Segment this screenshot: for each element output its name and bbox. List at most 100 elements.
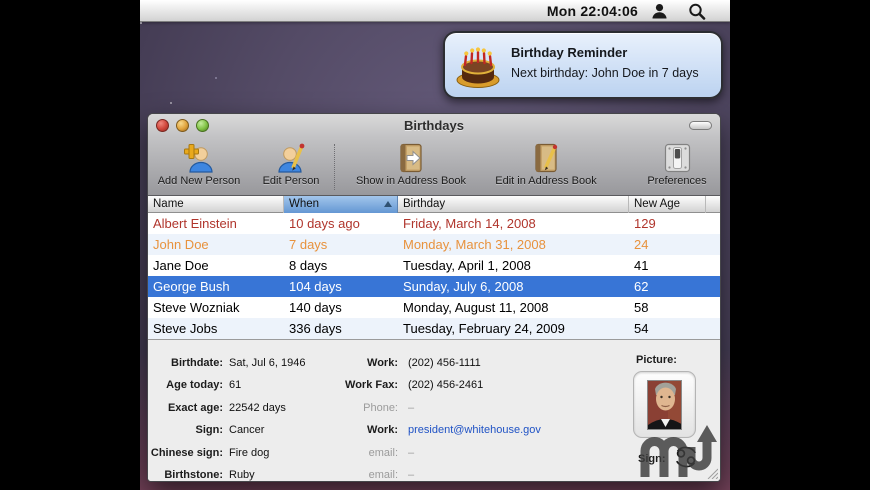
edit-in-address-book-button[interactable]: Edit in Address Book bbox=[484, 142, 608, 194]
window-title: Birthdays bbox=[404, 118, 464, 133]
cell-new-age: 129 bbox=[634, 216, 656, 231]
detail-value: – bbox=[408, 402, 415, 414]
add-person-icon bbox=[183, 142, 215, 174]
column-header-name[interactable]: Name bbox=[148, 196, 284, 213]
toolbar-item-label: Edit in Address Book bbox=[495, 175, 597, 187]
cell-birthday: Monday, August 11, 2008 bbox=[403, 300, 549, 315]
edit-address-book-icon bbox=[530, 142, 562, 174]
detail-label: Age today: bbox=[166, 379, 223, 391]
minimize-button[interactable] bbox=[176, 119, 189, 132]
detail-label: Work: bbox=[367, 357, 398, 369]
table-row[interactable]: Albert Einstein 10 days ago Friday, Marc… bbox=[148, 213, 720, 234]
cell-name: Albert Einstein bbox=[153, 216, 237, 231]
table-header: Name When Birthday New Age bbox=[148, 196, 720, 213]
preferences-switch-icon bbox=[661, 142, 693, 174]
table-row[interactable]: John Doe 7 days Monday, March 31, 2008 2… bbox=[148, 234, 720, 255]
cell-name: George Bush bbox=[153, 279, 230, 294]
birthday-table: Albert Einstein 10 days ago Friday, Marc… bbox=[148, 213, 720, 339]
detail-label: Phone: bbox=[363, 402, 398, 414]
zoom-button[interactable] bbox=[196, 119, 209, 132]
column-header-spacer bbox=[706, 196, 720, 213]
edit-person-button[interactable]: Edit Person bbox=[248, 142, 334, 194]
cell-when: 140 days bbox=[289, 300, 342, 315]
menu-clock[interactable]: Mon 22:04:06 bbox=[526, 0, 638, 22]
table-row[interactable]: Jane Doe 8 days Tuesday, April 1, 2008 4… bbox=[148, 255, 720, 276]
cell-new-age: 62 bbox=[634, 279, 649, 294]
detail-value: – bbox=[408, 447, 415, 459]
email-link[interactable]: president@whitehouse.gov bbox=[408, 423, 541, 438]
detail-label: Birthdate: bbox=[171, 357, 223, 369]
toolbar-item-label: Edit Person bbox=[262, 175, 320, 187]
cell-birthday: Tuesday, February 24, 2009 bbox=[403, 321, 565, 336]
cell-birthday: Friday, March 14, 2008 bbox=[403, 216, 536, 231]
show-address-book-icon bbox=[395, 142, 427, 174]
detail-label: Birthstone: bbox=[164, 469, 223, 481]
sort-ascending-icon bbox=[384, 201, 392, 207]
cell-when: 104 days bbox=[289, 279, 342, 294]
wallpaper-stars bbox=[140, 22, 142, 24]
birthday-reminder-notification[interactable]: Birthday Reminder Next birthday: John Do… bbox=[443, 31, 723, 99]
detail-label: Exact age: bbox=[167, 402, 223, 414]
menu-bar: Mon 22:04:06 bbox=[140, 0, 730, 22]
macupdate-watermark-logo bbox=[638, 411, 718, 479]
column-header-when-label: When bbox=[289, 198, 320, 210]
details-panel: Birthdate: Sat, Jul 6, 1946 Age today: 6… bbox=[148, 339, 720, 481]
cell-birthday: Monday, March 31, 2008 bbox=[403, 237, 546, 252]
cell-when: 336 days bbox=[289, 321, 342, 336]
cell-when: 7 days bbox=[289, 237, 328, 252]
toolbar-item-label: Preferences bbox=[647, 175, 707, 187]
detail-value: Fire dog bbox=[229, 447, 270, 459]
edit-person-icon bbox=[275, 142, 307, 174]
user-account-icon[interactable] bbox=[651, 3, 668, 19]
detail-label: Work: bbox=[367, 424, 398, 436]
cell-name: Steve Wozniak bbox=[153, 300, 240, 315]
column-header-new-age[interactable]: New Age bbox=[629, 196, 706, 213]
table-row[interactable]: Steve Jobs 336 days Tuesday, February 24… bbox=[148, 318, 720, 339]
table-row[interactable]: Steve Wozniak 140 days Monday, August 11… bbox=[148, 297, 720, 318]
detail-value: Cancer bbox=[229, 424, 265, 436]
cell-name: John Doe bbox=[153, 237, 209, 252]
cell-when: 10 days ago bbox=[289, 216, 360, 231]
toolbar-item-label: Show in Address Book bbox=[355, 175, 467, 187]
detail-label: Sign: bbox=[195, 424, 224, 436]
cell-birthday: Sunday, July 6, 2008 bbox=[403, 279, 524, 294]
detail-value: Ruby bbox=[229, 469, 255, 481]
column-header-when[interactable]: When bbox=[284, 196, 398, 213]
detail-value: 61 bbox=[229, 379, 242, 391]
cell-birthday: Tuesday, April 1, 2008 bbox=[403, 258, 531, 273]
column-header-birthday[interactable]: Birthday bbox=[398, 196, 629, 213]
picture-label: Picture: bbox=[636, 354, 677, 366]
notification-message: Next birthday: John Doe in 7 days bbox=[511, 66, 699, 80]
show-in-address-book-button[interactable]: Show in Address Book bbox=[348, 142, 474, 194]
mac-screen: Mon 22:04:06 Birthday Reminder Next birt… bbox=[140, 0, 730, 490]
cell-new-age: 58 bbox=[634, 300, 649, 315]
detail-label: Work Fax: bbox=[345, 379, 398, 391]
detail-label: email: bbox=[368, 469, 398, 481]
birthdays-window: Birthdays Add New Person Edit Person Sho… bbox=[147, 113, 721, 482]
cell-new-age: 24 bbox=[634, 237, 649, 252]
detail-value: (202) 456-1111 bbox=[408, 357, 481, 369]
toolbar-toggle-pill[interactable] bbox=[689, 121, 712, 130]
cell-when: 8 days bbox=[289, 258, 328, 273]
detail-value: – bbox=[408, 469, 415, 481]
add-new-person-button[interactable]: Add New Person bbox=[150, 142, 248, 194]
notification-title: Birthday Reminder bbox=[511, 45, 628, 60]
table-row-selected[interactable]: George Bush 104 days Sunday, July 6, 200… bbox=[148, 276, 720, 297]
window-titlebar[interactable]: Birthdays bbox=[148, 114, 720, 138]
close-button[interactable] bbox=[156, 119, 169, 132]
detail-value: (202) 456-2461 bbox=[408, 379, 484, 391]
toolbar-item-label: Add New Person bbox=[157, 175, 241, 187]
cell-name: Jane Doe bbox=[153, 258, 209, 273]
window-controls bbox=[156, 119, 209, 132]
toolbar: Add New Person Edit Person Show in Addre… bbox=[148, 138, 720, 196]
cell-name: Steve Jobs bbox=[153, 321, 218, 336]
toolbar-separator bbox=[334, 144, 335, 190]
detail-value: Sat, Jul 6, 1946 bbox=[229, 357, 306, 369]
detail-label: Chinese sign: bbox=[150, 447, 223, 459]
detail-label: email: bbox=[368, 447, 398, 459]
spotlight-search-icon[interactable] bbox=[688, 3, 706, 20]
cell-new-age: 41 bbox=[634, 258, 649, 273]
birthday-cake-icon bbox=[454, 44, 502, 90]
preferences-button[interactable]: Preferences bbox=[630, 142, 720, 194]
detail-value: 22542 days bbox=[229, 402, 286, 414]
